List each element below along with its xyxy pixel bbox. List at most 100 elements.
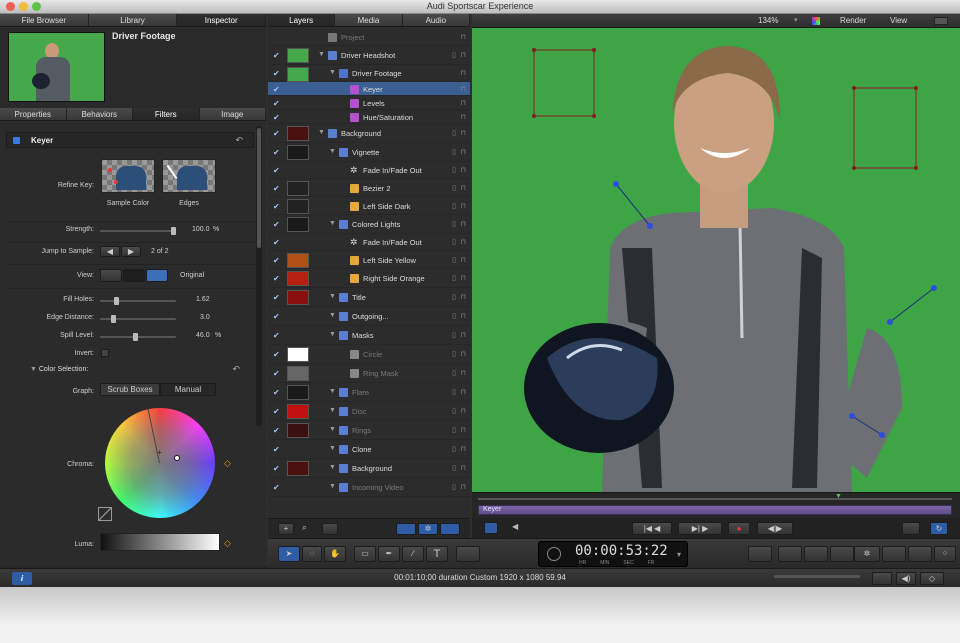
tab-media[interactable]: Media [335, 14, 403, 26]
lock-icon[interactable]: ⊓ [461, 407, 466, 415]
layer-row[interactable]: ✔ ▼ Flare ⊓ ▯ [268, 383, 470, 402]
disclosure-triangle[interactable]: ▼ [329, 148, 336, 155]
edge-distance-value[interactable]: 3.0 [200, 314, 210, 321]
link-icon[interactable]: ▯ [452, 350, 456, 358]
link-icon[interactable]: ▯ [452, 51, 456, 59]
lock-icon[interactable]: ⊓ [461, 113, 466, 121]
tab-behaviors[interactable]: Behaviors [67, 108, 133, 120]
link-icon[interactable]: ▯ [452, 202, 456, 210]
layer-row[interactable]: ✔ ▼ Driver Headshot ⊓ ▯ [268, 46, 470, 65]
audio-icon[interactable]: ◀ [512, 522, 518, 531]
reset-icon[interactable]: ↶ [235, 135, 243, 146]
layer-row[interactable]: ✔ ▼ Rings ⊓ ▯ [268, 421, 470, 440]
color-selection-reset-icon[interactable]: ↶ [232, 364, 240, 375]
lock-icon[interactable]: ⊓ [461, 312, 466, 320]
lock-icon[interactable]: ⊓ [461, 293, 466, 301]
link-icon[interactable]: ▯ [452, 407, 456, 415]
bezier-tool-icon[interactable]: ✒ [378, 546, 400, 562]
keyframe-nav-button[interactable]: ◀|▶ [757, 522, 793, 535]
layer-enable-checkbox[interactable]: ✔ [273, 51, 282, 60]
zoom-level[interactable]: 134% [758, 16, 778, 25]
tab-file-browser[interactable]: File Browser [0, 14, 89, 26]
lock-icon[interactable]: ⊓ [461, 85, 466, 93]
disclosure-triangle[interactable]: ▼ [329, 312, 336, 319]
layer-enable-checkbox[interactable]: ✔ [273, 129, 282, 138]
lock-icon[interactable]: ⊓ [461, 256, 466, 264]
lock-icon[interactable]: ⊓ [461, 464, 466, 472]
go-to-start-button[interactable]: |◀ ◀ [632, 522, 672, 535]
lock-icon[interactable]: ⊓ [461, 51, 466, 59]
filters-icon[interactable] [882, 546, 906, 562]
record-button[interactable]: ● [728, 522, 750, 535]
generators-icon[interactable] [830, 546, 854, 562]
layer-row[interactable]: ✔ ▼ Clone ⊓ ▯ [268, 440, 470, 459]
playhead[interactable]: ▼ [835, 493, 842, 500]
layer-row[interactable]: ✔ Ring Mask ⊓ ▯ [268, 364, 470, 383]
link-icon[interactable]: ▯ [452, 426, 456, 434]
canvas[interactable] [472, 28, 960, 492]
view-original-button[interactable] [146, 269, 168, 282]
layer-row[interactable]: ✔ ✲ Fade In/Fade Out ⊓ ▯ [268, 234, 470, 251]
speaker-icon[interactable]: ◀) [896, 572, 916, 585]
lock-icon[interactable]: ⊓ [461, 129, 466, 137]
disclosure-triangle[interactable]: ▼ [329, 69, 336, 76]
disclosure-triangle[interactable]: ▼ [329, 331, 336, 338]
thumbnail-toggle-button[interactable] [322, 523, 338, 535]
layer-enable-checkbox[interactable]: ✔ [273, 220, 282, 229]
fill-holes-value[interactable]: 1.62 [196, 296, 210, 303]
arrow-tool-icon[interactable]: ➤ [278, 546, 300, 562]
layer-enable-checkbox[interactable]: ✔ [273, 388, 282, 397]
hand-icon[interactable]: ✋ [324, 546, 346, 562]
link-icon[interactable]: ▯ [452, 166, 456, 174]
tab-library[interactable]: Library [89, 14, 178, 26]
rectangle-tool-icon[interactable]: ▭ [354, 546, 376, 562]
fullscreen-button[interactable] [902, 522, 920, 535]
lock-icon[interactable]: ⊓ [461, 69, 466, 77]
spill-level-value[interactable]: 46.0 [196, 332, 210, 339]
layer-row[interactable]: ✔ ▼ Background ⊓ ▯ [268, 459, 470, 478]
lock-icon[interactable]: ⊓ [461, 350, 466, 358]
link-icon[interactable]: ▯ [452, 274, 456, 282]
layer-enable-checkbox[interactable]: ✔ [273, 464, 282, 473]
next-sample-button[interactable]: ▶ [121, 246, 141, 257]
lock-icon[interactable]: ⊓ [461, 426, 466, 434]
layer-enable-checkbox[interactable]: ✔ [273, 350, 282, 359]
color-selection-label[interactable]: ▼ Color Selection: [30, 366, 88, 373]
show-filters-button[interactable] [440, 523, 460, 535]
link-icon[interactable]: ▯ [452, 148, 456, 156]
layer-row[interactable]: ✔ Circle ⊓ ▯ [268, 345, 470, 364]
link-icon[interactable]: ▯ [452, 445, 456, 453]
replicator-icon[interactable] [908, 546, 932, 562]
link-icon[interactable]: ▯ [452, 483, 456, 491]
link-icon[interactable]: ▯ [452, 129, 456, 137]
tab-properties[interactable]: Properties [0, 108, 67, 120]
chroma-wheel[interactable]: + [105, 408, 215, 518]
layer-enable-checkbox[interactable]: ✔ [273, 99, 282, 108]
layer-row[interactable]: ✔ ▼ Vignette ⊓ ▯ [268, 143, 470, 162]
save-icon[interactable] [872, 572, 892, 585]
layer-row[interactable]: ✔ ▼ Outgoing... ⊓ ▯ [268, 307, 470, 326]
link-icon[interactable]: ▯ [452, 293, 456, 301]
tab-audio[interactable]: Audio [403, 14, 470, 26]
disclosure-triangle[interactable]: ▼ [329, 426, 336, 433]
lock-icon[interactable]: ⊓ [461, 202, 466, 210]
layer-row[interactable]: ✔ ▼ Colored Lights ⊓ ▯ [268, 215, 470, 234]
layer-enable-checkbox[interactable]: ✔ [273, 331, 282, 340]
lock-icon[interactable]: ⊓ [461, 148, 466, 156]
lock-icon[interactable]: ⊓ [461, 369, 466, 377]
render-menu[interactable]: Render [840, 16, 866, 25]
edge-distance-slider[interactable] [100, 315, 176, 323]
chroma-keyframe-icon[interactable]: ◇ [224, 458, 231, 469]
light-icon[interactable] [804, 546, 828, 562]
timeline-toggle-button[interactable] [484, 522, 498, 534]
strength-knob[interactable] [171, 227, 176, 235]
scrollbar[interactable] [256, 126, 262, 426]
link-icon[interactable]: ▯ [452, 220, 456, 228]
disclosure-triangle[interactable]: ▼ [329, 388, 336, 395]
chroma-handle[interactable] [174, 455, 180, 461]
lock-icon[interactable]: ⊓ [461, 99, 466, 107]
lock-icon[interactable]: ⊓ [461, 445, 466, 453]
invert-checkbox[interactable] [101, 349, 109, 357]
disclosure-triangle[interactable]: ▼ [329, 464, 336, 471]
layer-row[interactable]: ✔ ▼ Disc ⊓ ▯ [268, 402, 470, 421]
